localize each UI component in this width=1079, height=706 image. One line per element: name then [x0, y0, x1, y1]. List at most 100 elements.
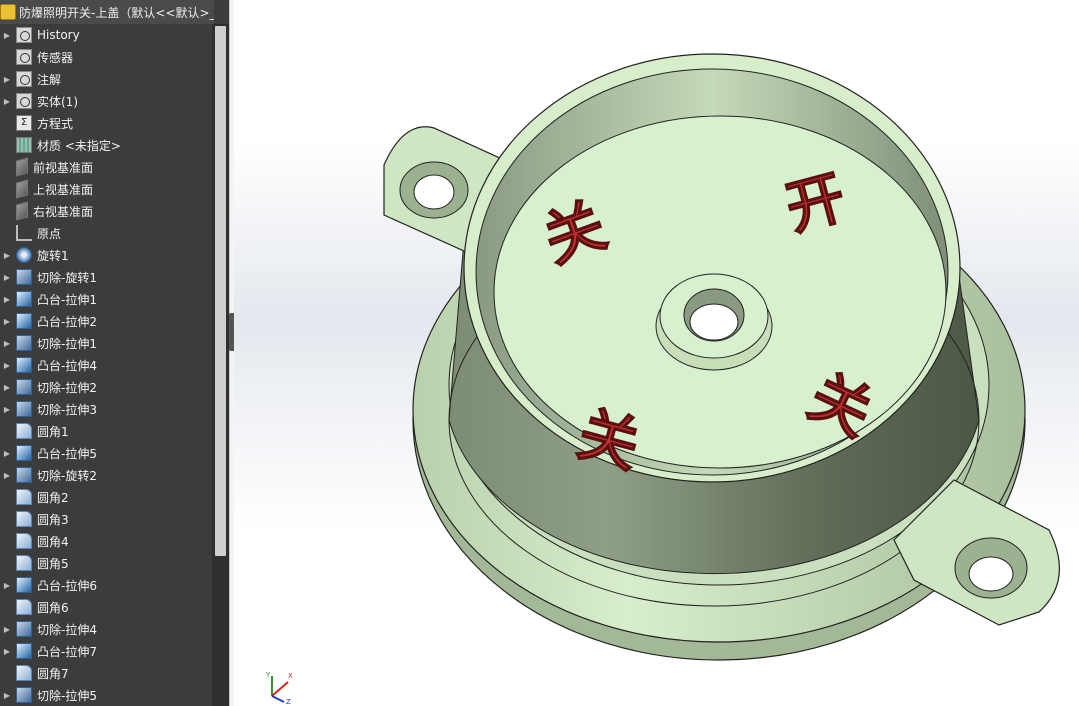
tree-item-label: 切除-旋转2	[37, 468, 97, 483]
cut-extrude-icon	[16, 621, 32, 637]
tree-item-label: 凸台-拉伸5	[37, 446, 97, 461]
tree-scrollbar-thumb[interactable]	[215, 26, 226, 556]
expand-arrow-icon[interactable]: ▶	[0, 471, 14, 480]
expand-arrow-icon[interactable]: ▶	[0, 647, 14, 656]
tree-item[interactable]: 圆角4	[0, 530, 212, 552]
tree-item-label: 上视基准面	[33, 182, 94, 197]
cup	[463, 53, 961, 483]
cut-extrude-icon	[16, 379, 32, 395]
expand-arrow-icon[interactable]: ▶	[0, 383, 14, 392]
plane-icon	[16, 157, 28, 177]
tree-item-label: 圆角6	[37, 600, 69, 615]
expand-arrow-icon[interactable]: ▶	[0, 295, 14, 304]
boss-extrude-icon	[16, 357, 32, 373]
fillet-icon	[16, 555, 32, 571]
tree-item[interactable]: 圆角5	[0, 552, 212, 574]
tree-item[interactable]: ▶ 切除-拉伸2	[0, 376, 212, 398]
tree-item-label: 切除-旋转1	[37, 270, 97, 285]
cut-extrude-icon	[16, 687, 32, 703]
expand-arrow-icon[interactable]: ▶	[0, 31, 14, 40]
tree-item[interactable]: 右视基准面	[0, 200, 212, 222]
tree-item-label: 切除-拉伸2	[37, 380, 97, 395]
tree-item[interactable]: 圆角6	[0, 596, 212, 618]
tree-item[interactable]: ▶ 凸台-拉伸7	[0, 640, 212, 662]
tree-item[interactable]: 圆角3	[0, 508, 212, 530]
tree-item-label: 圆角3	[37, 512, 69, 527]
expand-arrow-icon[interactable]: ▶	[0, 361, 14, 370]
expand-arrow-icon[interactable]: ▶	[0, 97, 14, 106]
annotations-folder-icon	[16, 71, 32, 87]
fillet-icon	[16, 533, 32, 549]
tree-item[interactable]: ▶ 切除-拉伸3	[0, 398, 212, 420]
expand-arrow-icon[interactable]: ▶	[0, 339, 14, 348]
tree-item[interactable]: ▶ 凸台-拉伸4	[0, 354, 212, 376]
fillet-icon	[16, 511, 32, 527]
tree-scrollbar[interactable]	[212, 24, 229, 706]
tree-item-label: 圆角4	[37, 534, 69, 549]
tree-item[interactable]: ▶ 切除-旋转2	[0, 464, 212, 486]
tree-item-label: 圆角2	[37, 490, 69, 505]
tree-item-label: 原点	[37, 226, 62, 241]
fillet-icon	[16, 489, 32, 505]
tree-item[interactable]: 圆角2	[0, 486, 212, 508]
tree-item-label: 右视基准面	[33, 204, 94, 219]
tree-item-label: 注解	[37, 72, 62, 87]
tree-item[interactable]: ▶ 凸台-拉伸5	[0, 442, 212, 464]
tree-item[interactable]: ▶ 凸台-拉伸1	[0, 288, 212, 310]
fillet-icon	[16, 665, 32, 681]
tree-item[interactable]: 材质 <未指定>	[0, 134, 212, 156]
expand-arrow-icon[interactable]: ▶	[0, 317, 14, 326]
triad-y-label: Y	[265, 671, 271, 679]
tree-item[interactable]: ▶ 注解	[0, 68, 212, 90]
tree-item[interactable]: ▶ 旋转1	[0, 244, 212, 266]
expand-arrow-icon[interactable]: ▶	[0, 581, 14, 590]
tree-item-label: 凸台-拉伸6	[37, 578, 97, 593]
tree-item-label: 圆角5	[37, 556, 69, 571]
tree-item[interactable]: ▶ 实体(1)	[0, 90, 212, 112]
tree-item-label: 切除-拉伸5	[37, 688, 97, 703]
tree-item-label: 传感器	[37, 50, 74, 65]
cut-extrude-icon	[16, 335, 32, 351]
tree-item[interactable]: Σ 方程式	[0, 112, 212, 134]
fillet-icon	[16, 599, 32, 615]
tree-item[interactable]: ▶ 切除-拉伸4	[0, 618, 212, 640]
tree-items: ▶ History 传感器 ▶ 注解 ▶ 实体(1) Σ 方程式 材质 <未指定> 前视基准面上视基…	[0, 24, 212, 706]
feature-manager-tree: 防爆照明开关-上盖（默认<<默认>_显 ▶ History 传感器 ▶ 注解 ▶ 实体(1)…	[0, 0, 229, 706]
part-icon	[0, 4, 16, 20]
expand-arrow-icon[interactable]: ▶	[0, 273, 14, 282]
tree-item-label: 实体(1)	[37, 94, 78, 109]
tree-item[interactable]: ▶ 凸台-拉伸2	[0, 310, 212, 332]
tree-item[interactable]: 原点	[0, 222, 212, 244]
expand-arrow-icon[interactable]: ▶	[0, 405, 14, 414]
tree-item[interactable]: 传感器	[0, 46, 212, 68]
history-folder-icon	[16, 27, 32, 43]
tree-item-label: 凸台-拉伸7	[37, 644, 97, 659]
tree-item-label: History	[37, 28, 80, 42]
cut-extrude-icon	[16, 401, 32, 417]
expand-arrow-icon[interactable]: ▶	[0, 449, 14, 458]
tree-item[interactable]: ▶ History	[0, 24, 212, 46]
boss-extrude-icon	[16, 577, 32, 593]
reference-triad: Y X Z	[265, 671, 293, 704]
tree-item-label: 圆角1	[37, 424, 69, 439]
triad-z-label: Z	[286, 698, 291, 704]
tree-item[interactable]: 圆角7	[0, 662, 212, 684]
tree-item-label: 旋转1	[37, 248, 69, 263]
tree-item[interactable]: ▶ 凸台-拉伸6	[0, 574, 212, 596]
tree-item[interactable]: ▶ 切除-拉伸1	[0, 332, 212, 354]
tree-item-label: 切除-拉伸3	[37, 402, 97, 417]
tree-item[interactable]: 圆角1	[0, 420, 212, 442]
tree-item[interactable]: 上视基准面	[0, 178, 212, 200]
sensors-folder-icon	[16, 49, 32, 65]
expand-arrow-icon[interactable]: ▶	[0, 75, 14, 84]
tree-item[interactable]: ▶ 切除-拉伸5	[0, 684, 212, 706]
graphics-viewport[interactable]: 关 开 关 关 Y X Z	[234, 0, 1079, 706]
tree-root-part[interactable]: 防爆照明开关-上盖（默认<<默认>_显	[0, 0, 214, 24]
tree-item[interactable]: 前视基准面	[0, 156, 212, 178]
expand-arrow-icon[interactable]: ▶	[0, 625, 14, 634]
tree-item[interactable]: ▶ 切除-旋转1	[0, 266, 212, 288]
equations-icon: Σ	[16, 115, 32, 131]
tree-item-label: 圆角7	[37, 666, 69, 681]
expand-arrow-icon[interactable]: ▶	[0, 251, 14, 260]
expand-arrow-icon[interactable]: ▶	[0, 691, 14, 700]
